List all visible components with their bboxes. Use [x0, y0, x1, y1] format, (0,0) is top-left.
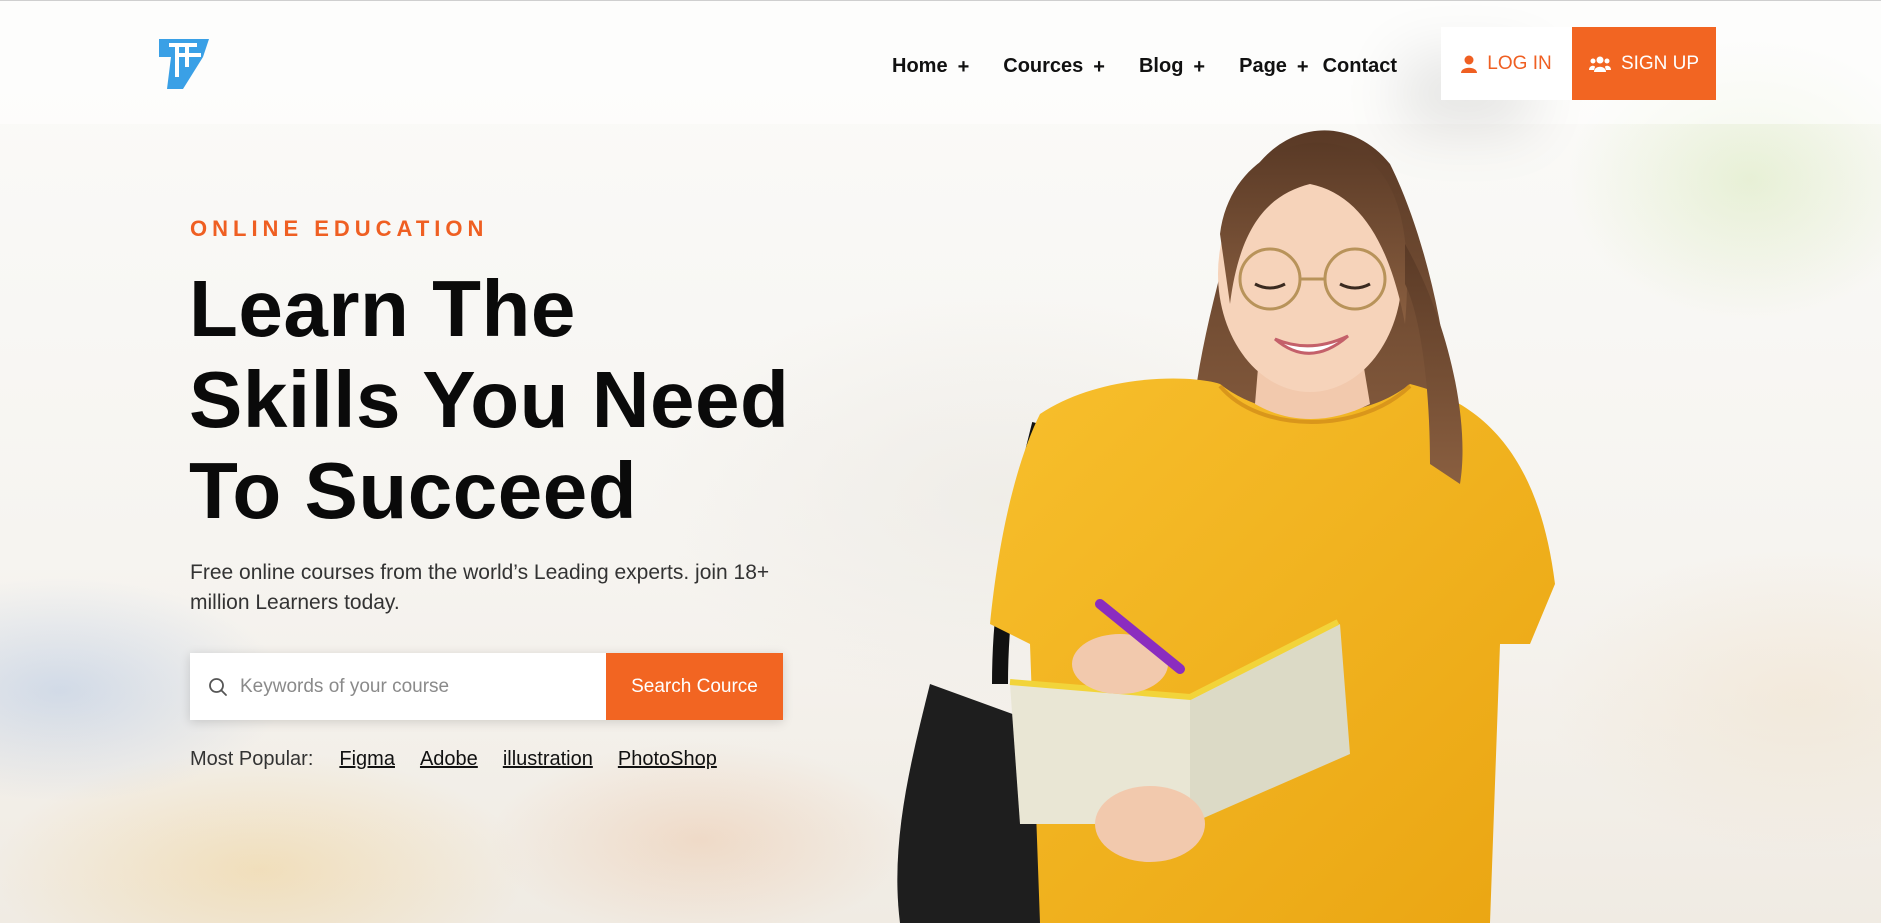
nav-label: Blog	[1138, 55, 1184, 77]
popular-label: Most Popular:	[190, 748, 314, 770]
popular-tag-illustration[interactable]: illustration	[503, 748, 593, 771]
popular-tag-figma[interactable]: Figma	[339, 748, 395, 771]
signup-button[interactable]: SIGN UP	[1572, 27, 1716, 100]
headline-line: Skills You Need	[189, 355, 790, 444]
nav-label: Contact	[1322, 55, 1398, 77]
login-button[interactable]: LOG IN	[1441, 27, 1572, 100]
headline-line: To Succeed	[189, 446, 638, 535]
site-header: Home + Cources + Blog + Page + Contact L…	[0, 1, 1881, 124]
nav-item-blog[interactable]: Blog +	[1139, 55, 1205, 78]
course-search: Search Cource	[190, 653, 783, 720]
login-label: LOG IN	[1487, 52, 1552, 74]
nav-item-home[interactable]: Home +	[892, 55, 969, 78]
search-course-button[interactable]: Search Cource	[606, 653, 783, 720]
search-icon	[209, 677, 227, 696]
plus-icon: +	[957, 55, 970, 78]
popular-tag-adobe[interactable]: Adobe	[420, 748, 478, 771]
users-icon	[1588, 56, 1611, 72]
headline-line: Learn The	[189, 264, 576, 353]
nav-label: Cources	[1003, 55, 1084, 77]
search-field-wrapper	[190, 653, 606, 720]
plus-icon: +	[1296, 55, 1309, 78]
hero-eyebrow: ONLINE EDUCATION	[190, 216, 489, 241]
nav-item-courses[interactable]: Cources +	[1003, 55, 1105, 78]
plus-icon: +	[1193, 55, 1206, 78]
plus-icon: +	[1093, 55, 1105, 78]
hero-student-image	[897, 130, 1555, 923]
popular-tags: Most Popular: Figma Adobe illustration P…	[190, 748, 742, 771]
search-input[interactable]	[240, 675, 600, 698]
popular-tag-photoshop[interactable]: PhotoShop	[618, 748, 717, 771]
nav-label: Page	[1239, 55, 1287, 77]
logo-mark-icon[interactable]	[157, 37, 211, 91]
nav-item-page[interactable]: Page +	[1239, 55, 1309, 78]
hero-subtext: Free online courses from the world’s Lea…	[190, 561, 770, 614]
nav-label: Home	[892, 55, 948, 77]
nav-item-contact[interactable]: Contact	[1323, 55, 1397, 78]
hero-headline: Learn The Skills You Need To Succeed	[189, 263, 829, 536]
main-nav: Home + Cources + Blog + Page + Contact	[892, 55, 1397, 78]
signup-label: SIGN UP	[1620, 52, 1700, 74]
user-icon	[1461, 55, 1478, 73]
